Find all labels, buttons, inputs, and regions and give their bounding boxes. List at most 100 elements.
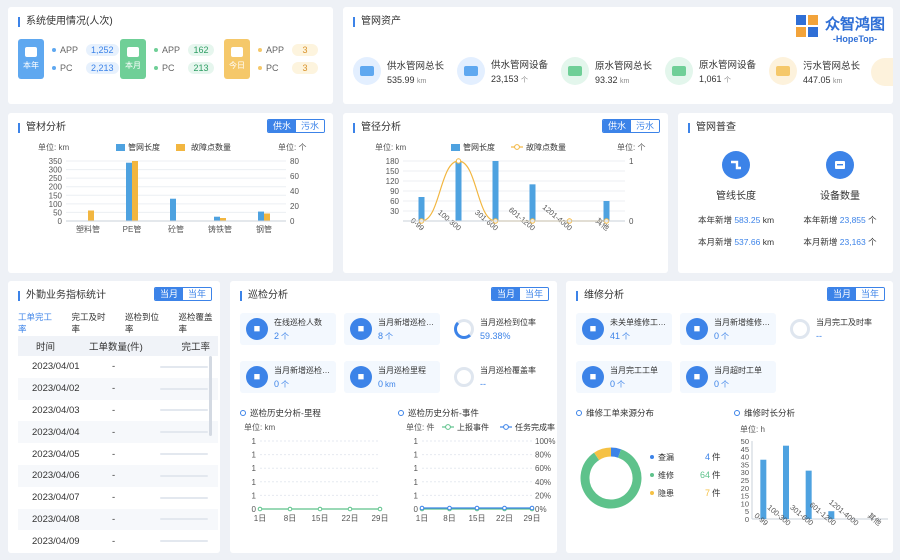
value-unit: 个 (281, 379, 290, 389)
subtitle-text: 维修工单来源分布 (586, 408, 655, 418)
value-unit: km (417, 77, 427, 85)
bar (418, 197, 425, 221)
tick-label: 1 (414, 464, 419, 473)
toggle-water-supply[interactable]: 供水 (602, 120, 631, 132)
tick-label: 50 (741, 437, 749, 446)
bar (492, 161, 499, 221)
value-number: 0 (610, 378, 616, 389)
usage-rows: APP 1,252 PC 2,213 (52, 44, 119, 74)
rate-cell (152, 530, 218, 552)
logo: 众智鸿图 -HopeTop- (795, 13, 885, 44)
card-value: -- (816, 331, 872, 341)
card-label: 当月巡检里程 (378, 366, 426, 375)
tab-timely-rate[interactable]: 完工及时率 (72, 311, 114, 339)
stat-card[interactable]: ■ 在线巡检人数 2 个 (240, 313, 336, 345)
tab-inspection-arrival-rate[interactable]: 巡检到位率 (125, 311, 167, 339)
value-number: 0 (714, 330, 720, 341)
toggle-this-month[interactable]: 当月 (154, 288, 183, 300)
category-label: 铸铁管 (208, 224, 232, 234)
bullet-icon (258, 66, 262, 70)
bar (126, 162, 132, 221)
bar (529, 184, 536, 221)
duration-chart: 单位: h051015202530354045500-99100-300301-… (740, 424, 888, 528)
icon-glyph (672, 66, 686, 76)
table-row[interactable]: 2023/04/08- (18, 508, 218, 531)
legend-swatch (650, 491, 654, 495)
tab-inspection-coverage-rate[interactable]: 巡检覆盖率 (179, 311, 221, 339)
stat-card[interactable]: 当月巡检到位率 59.38% (448, 313, 546, 345)
device-icon (457, 57, 485, 85)
panel-title: 维修分析 (576, 291, 624, 301)
stat-card[interactable]: ■ 当月完工工单 0 个 (576, 361, 672, 393)
census-year-label: 本年新增 (697, 215, 732, 225)
stat-card[interactable]: 当月完工及时率 -- (784, 313, 882, 345)
slice-unit: 件 (712, 470, 721, 480)
count-cell: - (112, 361, 116, 373)
date-cell: 2023/04/03 (32, 404, 80, 416)
table-row[interactable]: 2023/04/05 - (18, 443, 218, 465)
pipe-icon (353, 57, 381, 85)
value-unit: 个 (622, 331, 631, 341)
data-point (447, 505, 452, 511)
census-device-block: 设备数量 本年新增 23,855 个 本月新增 23,163 个 (790, 151, 890, 248)
card-text: 当月巡检覆盖率 -- (480, 365, 536, 389)
usage-group: 本月 APP 162 PC 213 (120, 39, 214, 79)
metric-tabs: 工单完工率 完工及时率 巡检到位率 巡检覆盖率 (18, 311, 220, 339)
table-scrollbar[interactable] (209, 356, 212, 436)
table-row[interactable]: 2023/04/09 - (18, 530, 218, 552)
stat-card[interactable]: ■ 未关单维修工… 41 个 (576, 313, 672, 345)
card-value: 0个 (714, 331, 770, 342)
count-cell: - (82, 508, 152, 531)
table-row[interactable]: 2023/04/04- (18, 421, 218, 444)
stat-card[interactable]: ■ 当月新增巡检… 0 个 (240, 361, 336, 393)
progress-ring-icon (454, 319, 474, 339)
toggle-sewage[interactable]: 污水 (295, 120, 324, 132)
table-row[interactable]: 2023/04/07 - (18, 487, 218, 509)
tick-label: 200 (49, 183, 63, 192)
category-label: 0-99 (753, 511, 770, 528)
bar (88, 210, 94, 221)
axis-unit: 单位: h (740, 424, 765, 434)
value-unit: km (620, 77, 630, 85)
date-cell: 2023/04/05 (32, 448, 80, 460)
toggle-this-month[interactable]: 当月 (491, 288, 520, 300)
table-row[interactable]: 2023/04/03 - (18, 400, 218, 422)
toggle-this-year[interactable]: 当年 (182, 288, 211, 300)
bullet-icon (258, 48, 262, 52)
pie-slice (610, 447, 622, 458)
stat-card[interactable]: ■ 当月超时工单 0 个 (680, 361, 776, 393)
tick-label: 1 (252, 451, 257, 460)
value-unit: 个 (721, 379, 730, 389)
stat-card[interactable]: ■ 当月新增巡检… 8 个 (344, 313, 440, 345)
tab-completion-rate[interactable]: 工单完工率 (18, 311, 60, 339)
legend-label: 任务完成率 (515, 422, 555, 432)
toggle-this-year[interactable]: 当年 (519, 288, 548, 300)
progress-ring-icon (790, 319, 810, 339)
legend-swatch (116, 144, 125, 151)
count-cell: - (82, 464, 152, 487)
toggle-this-year[interactable]: 当年 (855, 288, 884, 300)
tick-label: 40 (741, 453, 749, 462)
toggle-water-supply[interactable]: 供水 (267, 120, 296, 132)
stat-card[interactable]: ■ 当月巡检里程 0 km (344, 361, 440, 393)
category-label: 15日 (469, 514, 486, 523)
value-number: 59.38% (480, 331, 511, 341)
category-label: 22日 (342, 514, 359, 523)
date-cell: 2023/04/08 (18, 508, 82, 531)
tick-label: 1 (252, 478, 257, 487)
material-analysis-panel: 管材分析 供水 污水 单位: km 单位: 个管网长度 故障点数量 0 50 100 150… (8, 113, 333, 273)
asset-item: 原水管网设备 1,061 个 (665, 57, 756, 85)
stat-card[interactable]: ■ 当月新增维修… 0 个 (680, 313, 776, 345)
tick-label: 10 (741, 499, 749, 508)
card-value: 2个 (274, 331, 322, 342)
table-row[interactable]: 2023/04/01 - (18, 356, 218, 378)
table-row[interactable]: 2023/04/06- (18, 464, 218, 487)
data-point (257, 506, 263, 512)
stat-card[interactable]: 当月巡检覆盖率 -- (448, 361, 546, 393)
table-row[interactable]: 2023/04/02- (18, 377, 218, 400)
toggle-sewage[interactable]: 污水 (630, 120, 659, 132)
tick-label: 0 (290, 217, 295, 226)
card-label: 当月超时工单 (714, 365, 762, 375)
toggle-this-month[interactable]: 当月 (827, 288, 856, 300)
value-number: 535.99 (387, 74, 415, 85)
